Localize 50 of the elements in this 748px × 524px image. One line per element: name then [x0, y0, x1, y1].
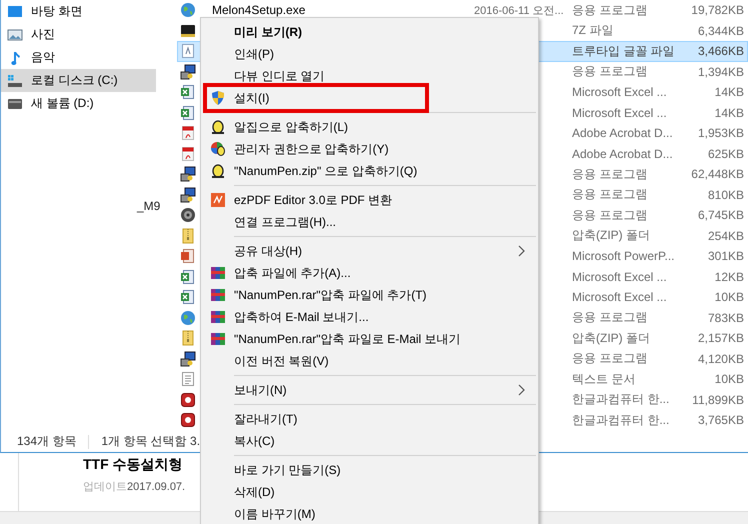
file-type: 응용 프로그램	[572, 206, 648, 224]
file-size: 625KB	[706, 146, 745, 161]
file-size: 6,344KB	[696, 24, 745, 38]
update-date: 2017.09.07.	[127, 481, 186, 493]
file-type: 응용 프로그램	[572, 166, 648, 183]
file-size: 301KB	[706, 249, 745, 264]
file-type: 트루타입 글꼴 파일	[572, 42, 676, 60]
file-size: 14KB	[714, 85, 745, 100]
file-size: 2,157KB	[696, 331, 745, 346]
file-size: 1,953KB	[696, 126, 745, 140]
file-size: 254KB	[706, 228, 745, 243]
file-size: 4,120KB	[696, 352, 745, 366]
file-type: 응용 프로그램	[572, 186, 648, 204]
file-type: Microsoft Excel ...	[572, 106, 668, 120]
file-type: 텍스트 문서	[572, 370, 636, 388]
file-type: 한글과컴퓨터 한...	[572, 412, 670, 429]
item-count: 134개 항목	[17, 433, 76, 450]
file-type: Microsoft Excel ...	[572, 270, 668, 284]
selection-info: 1개 항목 선택함 3.	[101, 433, 200, 450]
file-type: 응용 프로그램	[572, 309, 648, 326]
file-type: Adobe Acrobat D...	[572, 126, 674, 140]
file-name: Melon4Setup.exe	[212, 3, 306, 18]
file-date: 2016-06-11 오전...	[474, 4, 565, 18]
file-type: 7Z 파일	[572, 22, 614, 40]
file-size: 10KB	[714, 372, 745, 386]
file-type: 압축(ZIP) 폴더	[572, 330, 651, 347]
file-size: 62,448KB	[690, 167, 745, 182]
file-size: 3,765KB	[696, 413, 745, 428]
file-size: 783KB	[706, 310, 745, 325]
page-title: TTF 수동설치형	[83, 455, 183, 473]
file-size: 10KB	[714, 290, 745, 304]
file-type: 한글과컴퓨터 한...	[572, 391, 670, 408]
file-type: Microsoft Excel ...	[572, 290, 668, 304]
file-type: 응용 프로그램	[572, 2, 648, 19]
file-size: 11,899KB	[691, 392, 745, 407]
file-size: 12KB	[714, 270, 745, 284]
file-type: Microsoft Excel ...	[572, 85, 668, 100]
file-type: Adobe Acrobat D...	[572, 146, 674, 161]
file-type: Microsoft PowerP...	[572, 249, 676, 264]
file-size: 1,394KB	[696, 64, 745, 79]
file-type: 응용 프로그램	[572, 350, 648, 368]
file-size: 810KB	[706, 188, 745, 202]
update-label: 업데이트	[83, 481, 127, 493]
file-size: 14KB	[714, 106, 745, 120]
file-type: 압축(ZIP) 폴더	[572, 227, 651, 244]
label-fragment: _M9	[137, 199, 160, 213]
file-type: 응용 프로그램	[572, 63, 648, 80]
file-size: 3,466KB	[696, 44, 745, 58]
file-size: 19,782KB	[690, 3, 745, 18]
file-size: 6,745KB	[696, 208, 745, 222]
